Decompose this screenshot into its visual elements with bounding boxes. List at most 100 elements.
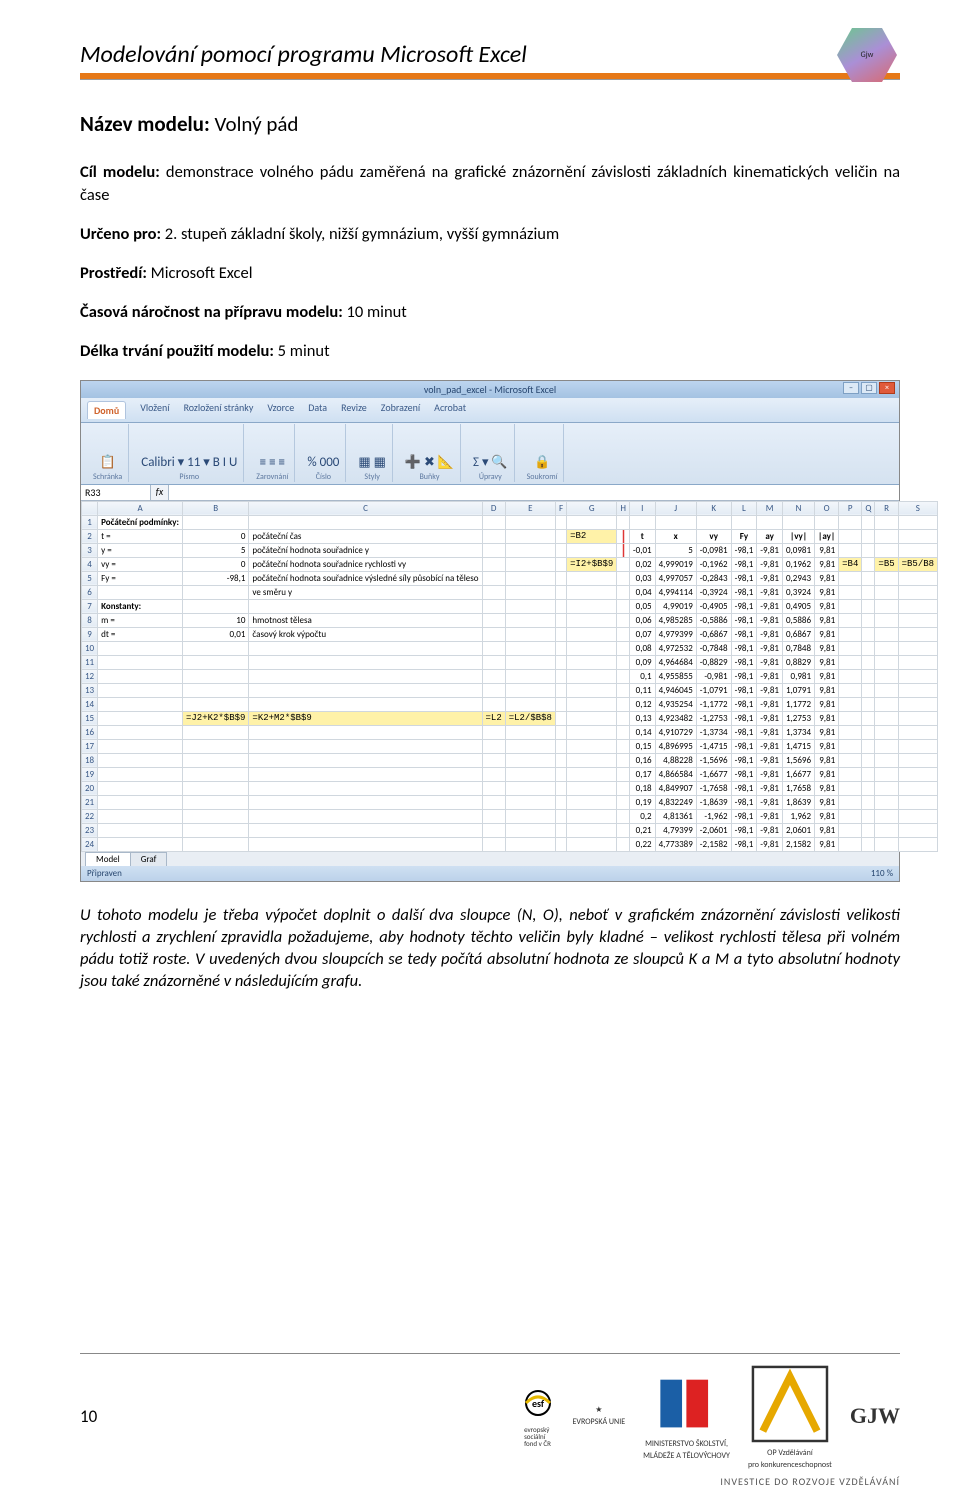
cell[interactable]: 0,05: [629, 599, 655, 613]
cell[interactable]: -98,1: [731, 683, 757, 697]
cell[interactable]: [249, 809, 482, 823]
cell[interactable]: -0,5886: [696, 613, 731, 627]
cell[interactable]: -98,1: [731, 585, 757, 599]
cell[interactable]: [505, 781, 555, 795]
cell[interactable]: -0,01: [629, 543, 655, 557]
cell[interactable]: [555, 557, 566, 571]
cell[interactable]: [862, 641, 875, 655]
col-header[interactable]: G: [567, 501, 617, 515]
cell[interactable]: [862, 683, 875, 697]
ribbon-tab[interactable]: Zobrazení: [381, 401, 420, 419]
cell[interactable]: -9,81: [757, 585, 783, 599]
cell[interactable]: 9,81: [815, 557, 839, 571]
cell[interactable]: [183, 837, 249, 851]
col-header[interactable]: F: [555, 501, 566, 515]
cell[interactable]: 9,81: [815, 641, 839, 655]
row-header[interactable]: 8: [82, 613, 98, 627]
cell[interactable]: =B5/B8: [898, 557, 937, 571]
cell[interactable]: vy: [696, 529, 731, 543]
cell[interactable]: Fy: [731, 529, 757, 543]
ribbon-tab[interactable]: Vzorce: [267, 401, 294, 419]
cell[interactable]: 0: [183, 557, 249, 571]
cell[interactable]: [98, 725, 183, 739]
cell[interactable]: [898, 837, 937, 851]
cell[interactable]: -0,0981: [696, 543, 731, 557]
cell[interactable]: [839, 809, 862, 823]
cell[interactable]: [839, 697, 862, 711]
cell[interactable]: [898, 585, 937, 599]
cell[interactable]: -98,1: [731, 767, 757, 781]
row-header[interactable]: 15: [82, 711, 98, 725]
cell[interactable]: [839, 683, 862, 697]
cell[interactable]: 1,962: [782, 809, 814, 823]
close-icon[interactable]: ×: [879, 382, 895, 394]
min-icon[interactable]: –: [843, 382, 859, 394]
col-header[interactable]: A: [98, 501, 183, 515]
ribbon-group[interactable]: Calibri ▾ 11 ▾ B I UPísmo: [135, 424, 244, 482]
cell[interactable]: [875, 683, 898, 697]
row-header[interactable]: 22: [82, 809, 98, 823]
cell[interactable]: -9,81: [757, 823, 783, 837]
cell[interactable]: Počáteční podmínky:: [98, 515, 183, 529]
cell[interactable]: [839, 669, 862, 683]
cell[interactable]: [183, 781, 249, 795]
cell[interactable]: |ay|: [815, 529, 839, 543]
cell[interactable]: [617, 655, 630, 669]
row-header[interactable]: 18: [82, 753, 98, 767]
cell[interactable]: 4,979399: [655, 627, 696, 641]
row-header[interactable]: 1: [82, 515, 98, 529]
cell[interactable]: [482, 557, 505, 571]
cell[interactable]: -1,4715: [696, 739, 731, 753]
cell[interactable]: [98, 781, 183, 795]
cell[interactable]: [839, 655, 862, 669]
cell[interactable]: počáteční hodnota souřadnice y: [249, 543, 482, 557]
cell[interactable]: 0,7848: [782, 641, 814, 655]
cell[interactable]: [482, 739, 505, 753]
cell[interactable]: [505, 725, 555, 739]
cell[interactable]: [655, 515, 696, 529]
cell[interactable]: [482, 515, 505, 529]
cell[interactable]: -98,1: [731, 557, 757, 571]
cell[interactable]: 0,6867: [782, 627, 814, 641]
cell[interactable]: [875, 669, 898, 683]
cell[interactable]: 1,1772: [782, 697, 814, 711]
cell[interactable]: [505, 613, 555, 627]
cell[interactable]: [482, 837, 505, 851]
cell[interactable]: [862, 529, 875, 543]
cell[interactable]: [839, 725, 862, 739]
cell[interactable]: [482, 641, 505, 655]
cell[interactable]: [898, 739, 937, 753]
cell[interactable]: -9,81: [757, 599, 783, 613]
cell[interactable]: -9,81: [757, 613, 783, 627]
cell[interactable]: [862, 753, 875, 767]
cell[interactable]: [505, 641, 555, 655]
row-header[interactable]: 19: [82, 767, 98, 781]
col-header[interactable]: H: [617, 501, 630, 515]
row-header[interactable]: 7: [82, 599, 98, 613]
cell[interactable]: -9,81: [757, 781, 783, 795]
col-header[interactable]: C: [249, 501, 482, 515]
cell[interactable]: [505, 515, 555, 529]
cell[interactable]: [839, 823, 862, 837]
cell[interactable]: [555, 529, 566, 543]
cell[interactable]: [898, 781, 937, 795]
cell[interactable]: [555, 585, 566, 599]
cell[interactable]: [862, 627, 875, 641]
cell[interactable]: [249, 739, 482, 753]
row-header[interactable]: 6: [82, 585, 98, 599]
cell[interactable]: -1,5696: [696, 753, 731, 767]
cell[interactable]: [862, 809, 875, 823]
cell[interactable]: [98, 753, 183, 767]
cell[interactable]: [183, 795, 249, 809]
cell[interactable]: [875, 711, 898, 725]
cell[interactable]: [617, 753, 630, 767]
cell[interactable]: 9,81: [815, 725, 839, 739]
cell[interactable]: [555, 781, 566, 795]
cell[interactable]: [567, 697, 617, 711]
cell[interactable]: [249, 823, 482, 837]
ribbon-group[interactable]: 🔒Soukromí: [521, 424, 565, 482]
row-header[interactable]: 3: [82, 543, 98, 557]
cell[interactable]: [839, 529, 862, 543]
cell[interactable]: [567, 837, 617, 851]
cell[interactable]: 9,81: [815, 599, 839, 613]
